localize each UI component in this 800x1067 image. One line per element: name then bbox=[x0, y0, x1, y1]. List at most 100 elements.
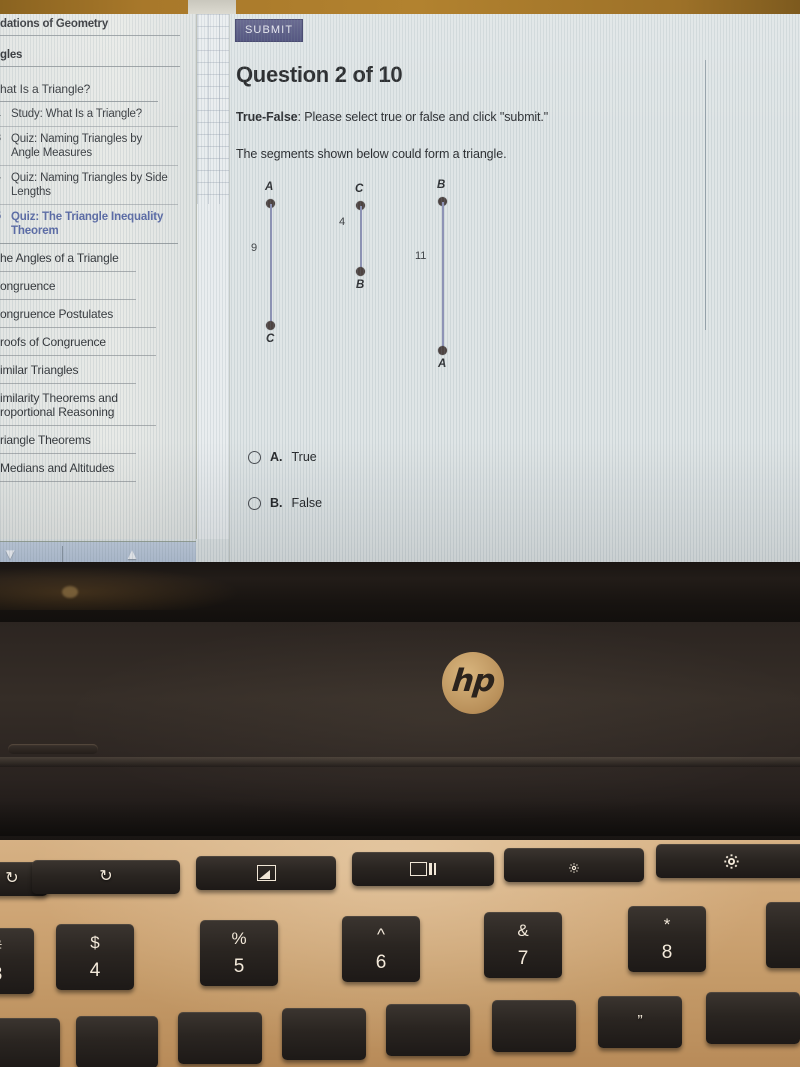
sidebar-item-congruence-postulates[interactable]: ongruence Postulates bbox=[0, 300, 156, 328]
laptop-screen: dations of Geometry gles hat Is a Triang… bbox=[0, 14, 800, 562]
segment-length-label: 11 bbox=[415, 250, 427, 262]
fullscreen-icon bbox=[256, 865, 276, 881]
content-right-rule bbox=[705, 60, 706, 330]
key-row3-8[interactable] bbox=[706, 992, 800, 1044]
sidebar-item-quiz-triangle-inequality[interactable]: 5 Quiz: The Triangle Inequality Theorem bbox=[0, 205, 178, 244]
page-title: Question 2 of 10 bbox=[236, 62, 403, 87]
hp-logo-text: hp bbox=[450, 662, 497, 699]
sidebar-item-angles-of-a-triangle[interactable]: he Angles of a Triangle bbox=[0, 244, 136, 272]
deck-ridge bbox=[0, 757, 800, 767]
key-7[interactable]: & 7 bbox=[484, 912, 562, 978]
key-digit: 3 bbox=[0, 964, 2, 986]
answer-options: A. True B. False bbox=[248, 446, 322, 538]
key-row3-6[interactable] bbox=[492, 1000, 576, 1052]
lesson-label: Quiz: The Triangle Inequality Theorem bbox=[11, 211, 164, 237]
sidebar-item-congruence[interactable]: ongruence bbox=[0, 272, 136, 300]
page-grid-column bbox=[197, 14, 229, 204]
sidebar-item-quiz-naming-by-side[interactable]: 4 Quiz: Naming Triangles by Side Lengths bbox=[0, 166, 178, 205]
sidebar-item-medians-and-altitudes[interactable]: Medians and Altitudes bbox=[0, 454, 136, 482]
sidebar-item-proofs-of-congruence[interactable]: roofs of Congruence bbox=[0, 328, 156, 356]
arrow-down-icon[interactable]: ▼ bbox=[2, 546, 18, 562]
sidebar-pager[interactable]: ▼ ▲ bbox=[0, 541, 196, 562]
sidebar-heading-2: gles bbox=[0, 45, 180, 67]
sidebar-item-triangle-theorems[interactable]: riangle Theorems bbox=[0, 426, 136, 454]
key-row3-7[interactable]: ” bbox=[598, 996, 682, 1048]
refresh-icon: ↻ bbox=[5, 870, 19, 887]
brightness-up-key[interactable] bbox=[656, 844, 800, 878]
option-a[interactable]: A. True bbox=[248, 446, 322, 468]
pager-divider bbox=[62, 546, 63, 562]
lesson-label: Study: What Is a Triangle? bbox=[11, 108, 142, 120]
question-stem: The segments shown below could form a tr… bbox=[236, 147, 507, 161]
key-symbol: * bbox=[663, 914, 671, 934]
laptop-photo: dations of Geometry gles hat Is a Triang… bbox=[0, 0, 800, 1067]
key-digit: 7 bbox=[517, 947, 529, 969]
radio-button-b[interactable] bbox=[248, 496, 261, 510]
sun-small-icon bbox=[569, 860, 579, 873]
sidebar-item-quiz-naming-by-angle[interactable]: 3 Quiz: Naming Triangles by Angle Measur… bbox=[0, 127, 178, 166]
key-symbol: & bbox=[517, 920, 529, 940]
key-3[interactable]: # 3 bbox=[0, 928, 34, 994]
key-8[interactable]: * 8 bbox=[628, 906, 706, 972]
submit-button[interactable]: SUBMIT bbox=[235, 19, 304, 42]
radio-button-a[interactable] bbox=[248, 450, 261, 464]
segment-endpoint-dot bbox=[266, 321, 275, 330]
deck-shadow bbox=[0, 800, 800, 836]
lesson-number: 4 bbox=[0, 171, 5, 199]
option-b[interactable]: B. False bbox=[248, 492, 322, 514]
sidebar-item-similarity-theorems[interactable]: imilarity Theorems and roportional Reaso… bbox=[0, 384, 156, 426]
key-symbol: ” bbox=[637, 1013, 643, 1030]
key-symbol: ^ bbox=[377, 924, 385, 944]
refresh-icon: ↻ bbox=[99, 868, 113, 885]
laptop-keyboard[interactable]: ↻ ↻ $ 4 % 5 ^ 6 & 7 * 8 ” bbox=[0, 840, 800, 1067]
question-pane: SUBMIT Question 2 of 10 True-False: Plea… bbox=[230, 14, 800, 562]
key-row3-3[interactable] bbox=[178, 1012, 262, 1064]
segment-line bbox=[442, 202, 444, 347]
sun-large-icon bbox=[724, 854, 739, 869]
segment-length-label: 4 bbox=[339, 216, 346, 228]
window-switch-key[interactable] bbox=[352, 852, 494, 886]
key-4[interactable]: $ 4 bbox=[56, 924, 134, 990]
key-symbol: $ bbox=[90, 932, 100, 952]
key-row3-1[interactable] bbox=[0, 1018, 60, 1067]
option-letter: B. bbox=[270, 496, 283, 510]
bezel-light-reflection bbox=[0, 566, 240, 610]
refresh-key-2[interactable]: ↻ bbox=[32, 860, 180, 894]
segment-top-label: B bbox=[437, 179, 446, 191]
key-9[interactable]: ( 9 bbox=[766, 902, 800, 968]
bezel-dust-speck bbox=[62, 586, 78, 598]
course-sidebar[interactable]: dations of Geometry gles hat Is a Triang… bbox=[0, 14, 197, 539]
key-6[interactable]: ^ 6 bbox=[342, 916, 420, 982]
segments-figure: A C 9 C B 4 B A 11 bbox=[230, 174, 490, 389]
key-5[interactable]: % 5 bbox=[200, 920, 278, 986]
fullscreen-key[interactable] bbox=[196, 856, 336, 890]
key-row3-2[interactable] bbox=[76, 1016, 158, 1067]
page-gutter-column bbox=[197, 204, 229, 539]
segment-endpoint-dot bbox=[356, 267, 365, 276]
lesson-number: 5 bbox=[0, 210, 5, 238]
segment-bottom-label: C bbox=[266, 333, 275, 345]
brightness-down-key[interactable] bbox=[504, 848, 644, 882]
window-switch-icon bbox=[410, 862, 436, 876]
sidebar-section-title: hat Is a Triangle? bbox=[0, 76, 158, 102]
key-row3-5[interactable] bbox=[386, 1004, 470, 1056]
key-row3-4[interactable] bbox=[282, 1008, 366, 1060]
option-letter: A. bbox=[270, 450, 283, 464]
key-digit: 8 bbox=[661, 941, 673, 963]
key-symbol: # bbox=[0, 937, 2, 957]
segment-endpoint-dot bbox=[438, 346, 447, 355]
key-symbol: % bbox=[231, 928, 247, 948]
prompt-type-label: True-False bbox=[236, 110, 298, 124]
segment-line bbox=[360, 206, 362, 268]
hp-logo: hp bbox=[442, 652, 504, 714]
arrow-up-icon[interactable]: ▲ bbox=[124, 546, 140, 562]
lesson-number: 3 bbox=[0, 132, 5, 160]
sidebar-item-similar-triangles[interactable]: imilar Triangles bbox=[0, 356, 136, 384]
segment-top-label: C bbox=[355, 183, 364, 195]
key-digit: 4 bbox=[89, 959, 101, 981]
segment-top-label: A bbox=[265, 181, 274, 193]
screen-top-notch bbox=[188, 0, 236, 14]
option-label: False bbox=[291, 496, 323, 510]
sidebar-item-study-what-is-a-triangle[interactable]: 1 Study: What Is a Triangle? bbox=[0, 102, 178, 127]
lesson-number: 1 bbox=[0, 107, 5, 121]
